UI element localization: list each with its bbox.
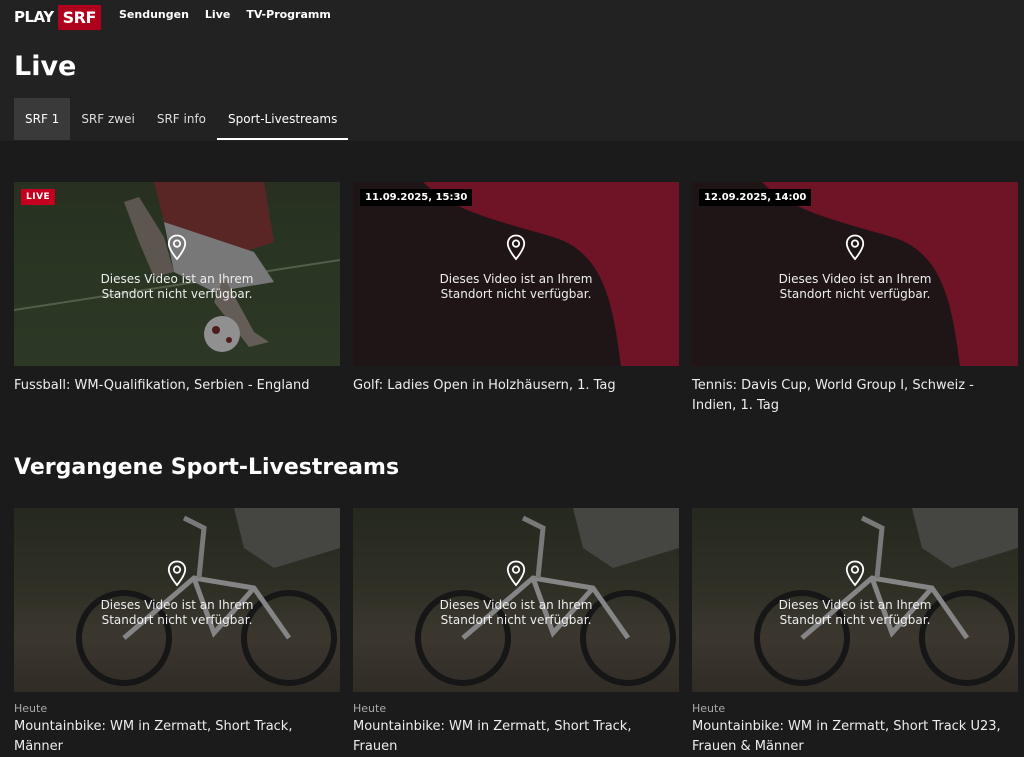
- tab-srf-zwei[interactable]: SRF zwei: [70, 98, 146, 140]
- card-date: Heute: [692, 702, 726, 715]
- card-title[interactable]: Golf: Ladies Open in Holzhäusern, 1. Tag: [353, 376, 663, 396]
- card-title[interactable]: Mountainbike: WM in Zermatt, Short Track…: [14, 717, 324, 757]
- past-cards: Dieses Video ist an Ihrem Standort nicht…: [14, 508, 1018, 757]
- geo-message-line1: Dieses Video ist an Ihrem: [778, 598, 932, 612]
- nav-live[interactable]: Live: [205, 8, 230, 21]
- video-thumbnail[interactable]: 12.09.2025, 14:00 Dieses Video ist an Ih…: [692, 182, 1018, 366]
- past-section-title: Vergangene Sport-Livestreams: [14, 455, 400, 480]
- geo-message-line1: Dieses Video ist an Ihrem: [100, 272, 254, 286]
- geoblock-message: Dieses Video ist an Ihrem Standort nicht…: [353, 234, 679, 302]
- date-badge: 11.09.2025, 15:30: [360, 189, 473, 206]
- live-card[interactable]: LIVE Dieses Video ist an Ihrem Standort …: [14, 182, 340, 416]
- past-card[interactable]: Dieses Video ist an Ihrem Standort nicht…: [692, 508, 1018, 757]
- nav-sendungen[interactable]: Sendungen: [119, 8, 189, 21]
- geo-message-line1: Dieses Video ist an Ihrem: [439, 598, 593, 612]
- video-thumbnail[interactable]: Dieses Video ist an Ihrem Standort nicht…: [692, 508, 1018, 692]
- geoblock-message: Dieses Video ist an Ihrem Standort nicht…: [692, 560, 1018, 628]
- live-card[interactable]: 12.09.2025, 14:00 Dieses Video ist an Ih…: [692, 182, 1018, 416]
- location-pin-icon: [167, 234, 187, 261]
- page-title: Live: [14, 51, 77, 82]
- geo-message-line2: Standort nicht verfügbar.: [440, 613, 592, 627]
- play-srf-logo[interactable]: PLAY SRF: [14, 4, 101, 30]
- main-nav: Sendungen Live TV-Programm: [119, 8, 331, 21]
- geo-message-line2: Standort nicht verfügbar.: [779, 287, 931, 301]
- geo-message-line1: Dieses Video ist an Ihrem: [439, 272, 593, 286]
- location-pin-icon: [845, 234, 865, 261]
- tab-sport-livestreams[interactable]: Sport-Livestreams: [217, 98, 349, 140]
- past-card[interactable]: Dieses Video ist an Ihrem Standort nicht…: [14, 508, 340, 757]
- logo-srf-text: SRF: [57, 4, 101, 30]
- channel-tabs: SRF 1 SRF zwei SRF info Sport-Livestream…: [14, 98, 349, 140]
- live-cards: LIVE Dieses Video ist an Ihrem Standort …: [14, 182, 1018, 416]
- geoblock-message: Dieses Video ist an Ihrem Standort nicht…: [353, 560, 679, 628]
- geo-message-line1: Dieses Video ist an Ihrem: [778, 272, 932, 286]
- card-title[interactable]: Tennis: Davis Cup, World Group I, Schwei…: [692, 376, 1002, 416]
- geo-message-line2: Standort nicht verfügbar.: [779, 613, 931, 627]
- geoblock-message: Dieses Video ist an Ihrem Standort nicht…: [692, 234, 1018, 302]
- logo-play-text: PLAY: [14, 8, 54, 26]
- card-title[interactable]: Mountainbike: WM in Zermatt, Short Track…: [353, 717, 663, 757]
- tab-srf1[interactable]: SRF 1: [14, 98, 71, 140]
- geo-message-line2: Standort nicht verfügbar.: [101, 287, 253, 301]
- video-thumbnail[interactable]: Dieses Video ist an Ihrem Standort nicht…: [14, 508, 340, 692]
- live-card[interactable]: 11.09.2025, 15:30 Dieses Video ist an Ih…: [353, 182, 679, 416]
- location-pin-icon: [506, 234, 526, 261]
- location-pin-icon: [167, 560, 187, 587]
- geoblock-message: Dieses Video ist an Ihrem Standort nicht…: [14, 234, 340, 302]
- card-title[interactable]: Fussball: WM-Qualifikation, Serbien - En…: [14, 376, 324, 396]
- header: PLAY SRF Sendungen Live TV-Programm Live…: [0, 0, 1024, 141]
- location-pin-icon: [506, 560, 526, 587]
- tab-srf-info[interactable]: SRF info: [146, 98, 217, 140]
- nav-tv-programm[interactable]: TV-Programm: [246, 8, 330, 21]
- geo-message-line2: Standort nicht verfügbar.: [101, 613, 253, 627]
- card-date: Heute: [353, 702, 387, 715]
- past-card[interactable]: Dieses Video ist an Ihrem Standort nicht…: [353, 508, 679, 757]
- geo-message-line2: Standort nicht verfügbar.: [440, 287, 592, 301]
- date-badge: 12.09.2025, 14:00: [699, 189, 812, 206]
- geoblock-message: Dieses Video ist an Ihrem Standort nicht…: [14, 560, 340, 628]
- live-badge: LIVE: [21, 189, 56, 205]
- location-pin-icon: [845, 560, 865, 587]
- video-thumbnail[interactable]: LIVE Dieses Video ist an Ihrem Standort …: [14, 182, 340, 366]
- card-date: Heute: [14, 702, 48, 715]
- video-thumbnail[interactable]: Dieses Video ist an Ihrem Standort nicht…: [353, 508, 679, 692]
- video-thumbnail[interactable]: 11.09.2025, 15:30 Dieses Video ist an Ih…: [353, 182, 679, 366]
- geo-message-line1: Dieses Video ist an Ihrem: [100, 598, 254, 612]
- card-title[interactable]: Mountainbike: WM in Zermatt, Short Track…: [692, 717, 1002, 757]
